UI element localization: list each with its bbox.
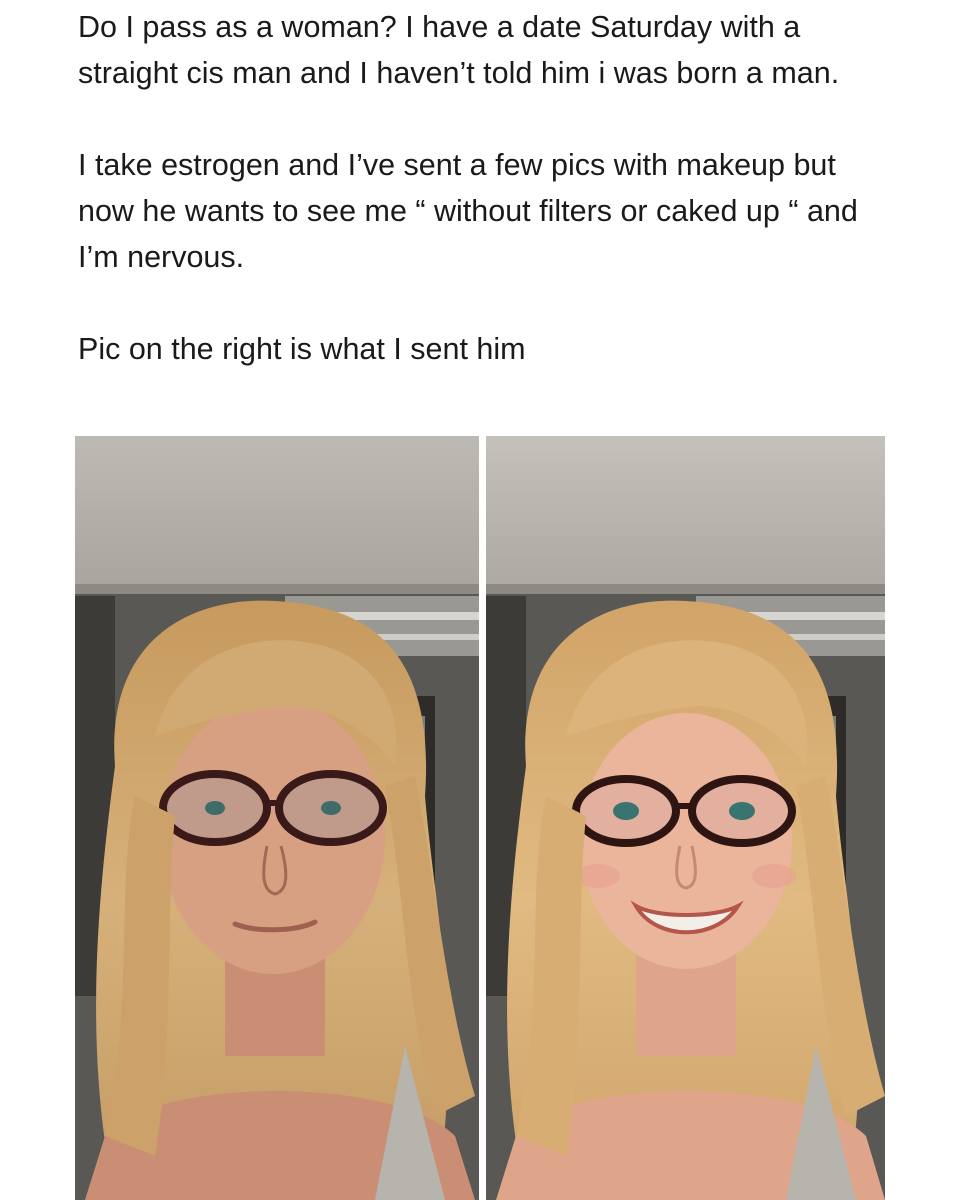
post-body: Do I pass as a woman? I have a date Satu… [78, 4, 898, 372]
post-paragraph-question: Do I pass as a woman? I have a date Satu… [78, 10, 840, 90]
photo-unfiltered-image [75, 436, 479, 1200]
post-card: Do I pass as a woman? I have a date Satu… [0, 0, 960, 1200]
photo-filtered-image [486, 436, 885, 1200]
photo-unfiltered [75, 436, 479, 1200]
post-paragraph-caption: Pic on the right is what I sent him [78, 332, 526, 366]
post-paragraph-context: I take estrogen and I’ve sent a few pics… [78, 148, 858, 274]
photo-filtered [486, 436, 885, 1200]
